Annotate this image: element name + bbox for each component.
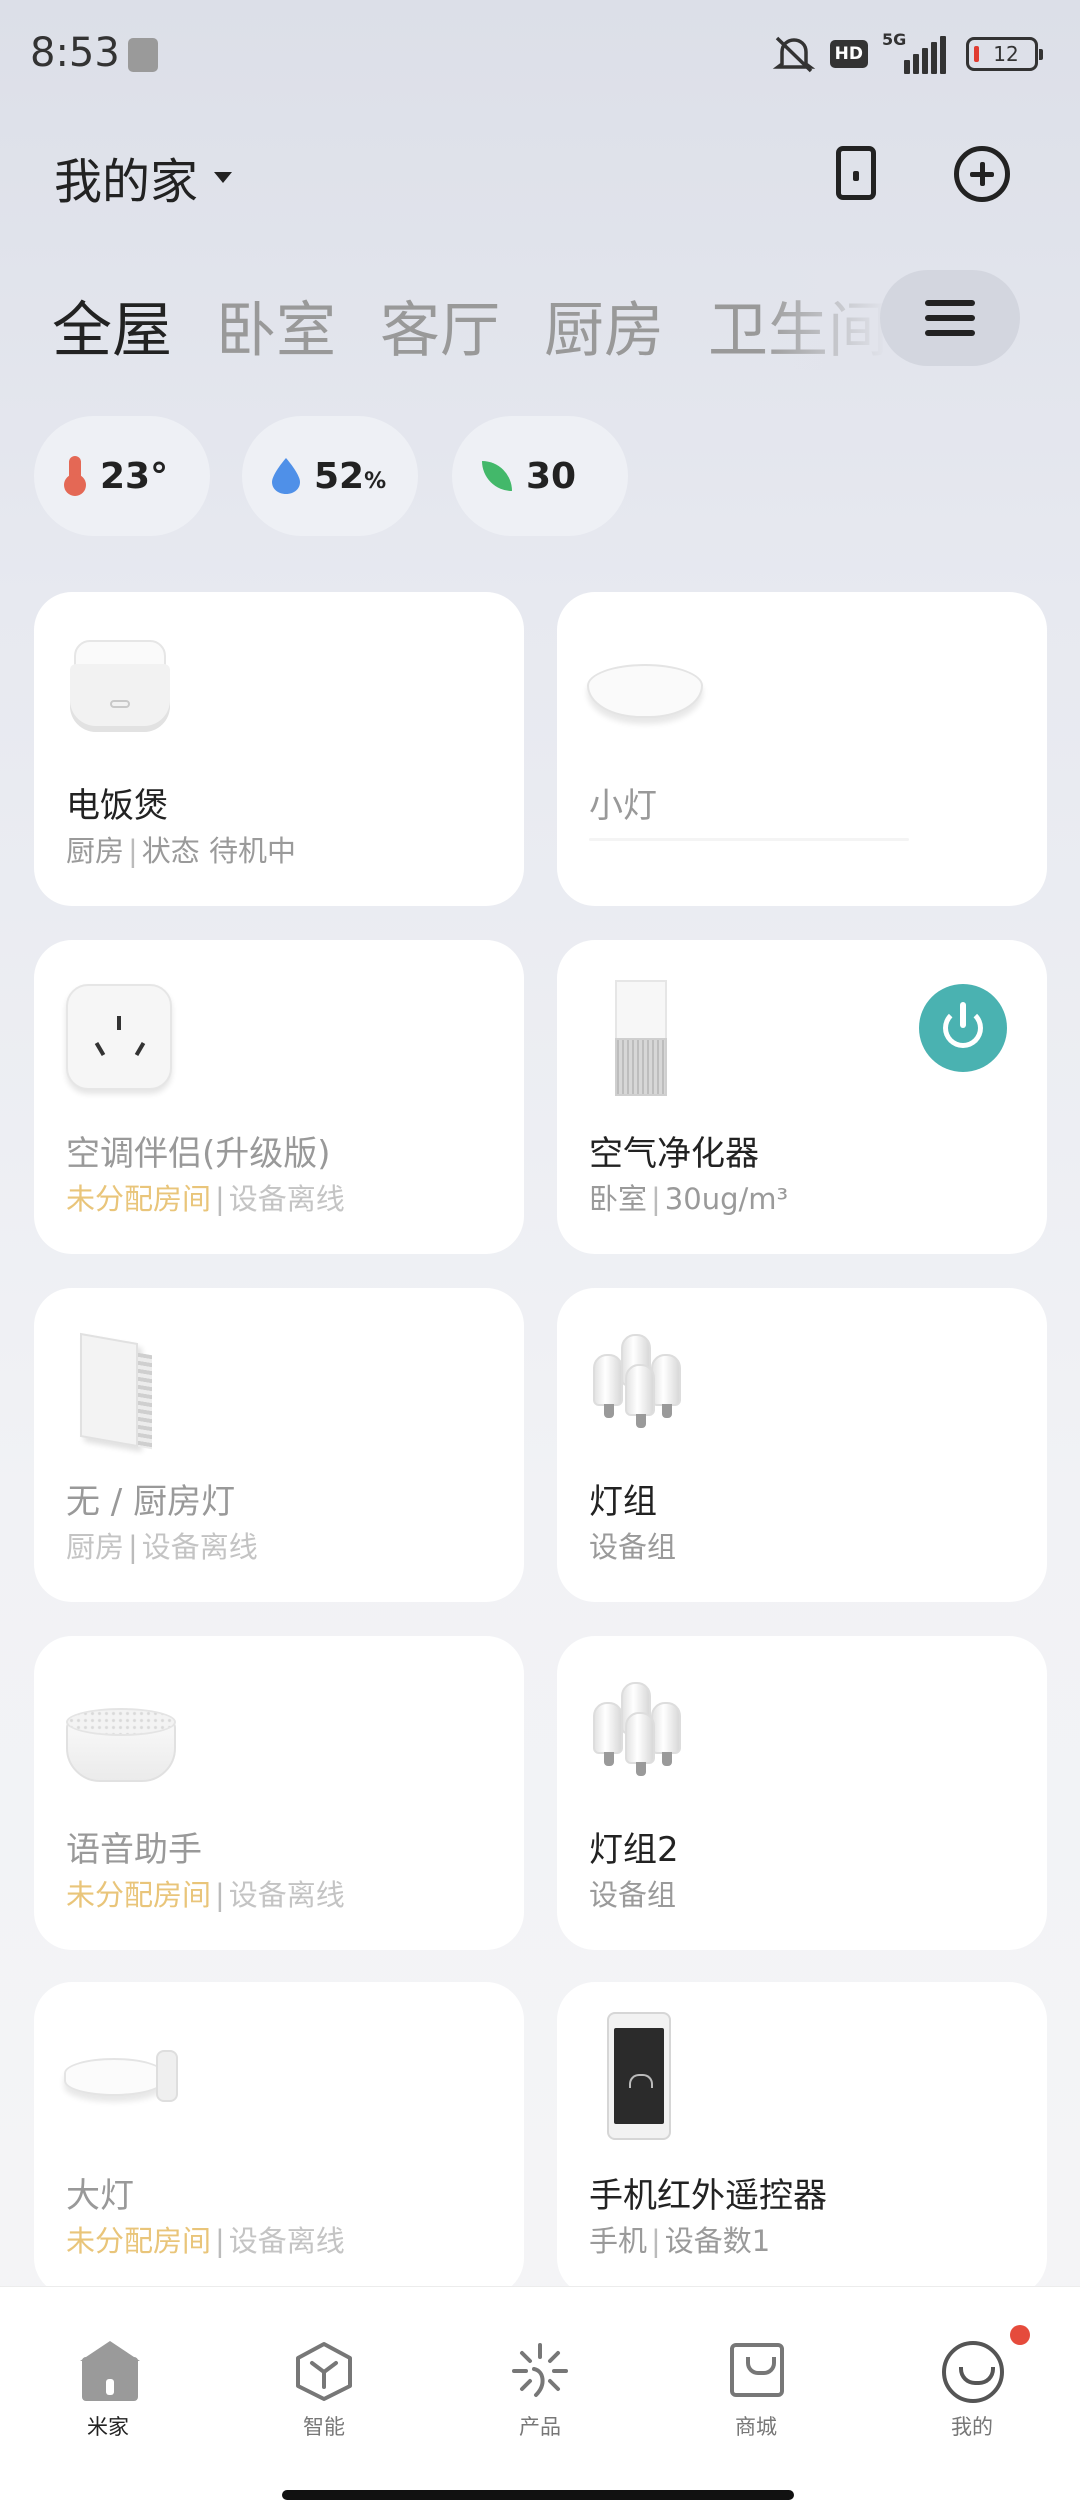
device-name: 手机红外遥控器	[589, 2176, 827, 2216]
humidity-chip[interactable]: 52%	[242, 416, 418, 536]
device-name: 大灯	[66, 2176, 134, 2216]
battery-icon: 12	[966, 37, 1043, 71]
air-quality-value: 30	[526, 455, 577, 497]
device-status: 未分配房间 | 设备离线	[66, 1878, 345, 1912]
temperature-value: 23°	[100, 455, 169, 497]
nav-label: 我的	[951, 2415, 993, 2439]
nav-store[interactable]: 商城	[696, 2341, 816, 2451]
device-card-big-light[interactable]: 大灯 未分配房间 | 设备离线	[34, 1982, 524, 2296]
humidity-value: 52%	[314, 456, 386, 497]
device-card-light-group-2[interactable]: 灯组2 设备组	[557, 1636, 1047, 1950]
device-card-air-purifier[interactable]: 空气净化器 卧室 | 30ug/m³	[557, 940, 1047, 1254]
device-name: 空气净化器	[589, 1134, 759, 1174]
humidity-number: 52	[314, 455, 365, 497]
device-name: 无 / 厨房灯	[66, 1482, 236, 1522]
battery-level: 12	[993, 42, 1019, 66]
smile-icon	[942, 2325, 1030, 2403]
water-drop-icon	[272, 458, 300, 494]
add-device-icon[interactable]	[954, 146, 1010, 202]
phone-remote-icon	[607, 2012, 671, 2140]
device-name: 语音助手	[66, 1830, 202, 1870]
device-card-voice-assistant[interactable]: 语音助手 未分配房间 | 设备离线	[34, 1636, 524, 1950]
nav-smart[interactable]: 智能	[264, 2341, 384, 2451]
room-menu-button[interactable]	[880, 270, 1020, 366]
nav-products[interactable]: 产品	[480, 2341, 600, 2451]
bulb-group-icon	[591, 1682, 691, 1794]
cube-icon	[294, 2341, 354, 2401]
shopping-bag-icon	[726, 2341, 786, 2401]
bulb-group-icon	[591, 1334, 691, 1446]
nav-label: 米家	[87, 2415, 129, 2439]
status-placeholder	[589, 838, 909, 841]
air-quality-chip[interactable]: 30	[452, 416, 628, 536]
nav-profile[interactable]: 我的	[912, 2325, 1032, 2451]
tab-all-rooms[interactable]: 全屋	[52, 282, 172, 369]
humidity-unit: %	[364, 468, 387, 494]
smart-speaker-icon	[66, 1708, 176, 1784]
device-card-kitchen-light[interactable]: 无 / 厨房灯 厨房 | 设备离线	[34, 1288, 524, 1602]
mute-bell-icon	[772, 34, 816, 74]
ac-plug-icon	[66, 984, 172, 1090]
nav-label: 智能	[303, 2415, 345, 2439]
lamp-icon	[64, 2050, 182, 2106]
network-label: 5G	[882, 30, 907, 49]
device-name: 灯组2	[589, 1830, 679, 1870]
status-time: 8:53	[30, 30, 120, 76]
temperature-chip[interactable]: 23°	[34, 416, 210, 536]
device-status: 厨房 | 状态 待机中	[66, 834, 297, 868]
device-name: 灯组	[589, 1482, 657, 1522]
home-title: 我的家	[54, 154, 199, 210]
signal-5g-icon: 5G	[882, 30, 952, 74]
device-panel-icon[interactable]	[836, 146, 876, 200]
power-button[interactable]	[919, 984, 1007, 1072]
device-card-phone-ir-remote[interactable]: 手机红外遥控器 手机 | 设备数1	[557, 1982, 1047, 2296]
device-status: 厨房 | 设备离线	[66, 1530, 258, 1564]
wall-switch-icon	[80, 1332, 166, 1450]
notification-badge	[1010, 2325, 1030, 2345]
nav-label: 产品	[519, 2415, 561, 2439]
device-card-light-group[interactable]: 灯组 设备组	[557, 1288, 1047, 1602]
air-purifier-icon	[615, 980, 667, 1096]
caret-down-icon	[214, 171, 233, 183]
status-bar: 8:53 HD 5G 12	[0, 0, 1080, 110]
sparkle-icon	[510, 2341, 570, 2401]
nav-label: 商城	[735, 2415, 777, 2439]
device-status: 卧室 | 30ug/m³	[589, 1182, 789, 1216]
hd-icon: HD	[829, 40, 868, 68]
device-status: 未分配房间 | 设备离线	[66, 2224, 345, 2258]
notification-icon	[128, 38, 158, 72]
device-card-ac-companion[interactable]: 空调伴侣(升级版) 未分配房间 | 设备离线	[34, 940, 524, 1254]
device-card-small-light[interactable]: 小灯	[557, 592, 1047, 906]
device-card-rice-cooker[interactable]: 电饭煲 厨房 | 状态 待机中	[34, 592, 524, 906]
device-name: 电饭煲	[66, 786, 168, 826]
tab-living-room[interactable]: 客厅	[380, 282, 500, 369]
status-icons: HD 5G 12	[772, 30, 1043, 74]
thermometer-icon	[64, 456, 86, 496]
tab-kitchen[interactable]: 厨房	[544, 282, 664, 369]
tab-bedroom[interactable]: 卧室	[216, 282, 336, 369]
device-status: 手机 | 设备数1	[589, 2224, 771, 2258]
nav-mijia[interactable]: 米家	[48, 2341, 168, 2451]
device-status: 未分配房间 | 设备离线	[66, 1182, 345, 1216]
device-status: 设备组	[589, 1530, 677, 1564]
ceiling-light-icon	[587, 656, 703, 726]
device-name: 小灯	[589, 786, 657, 826]
tabs-fade	[760, 270, 900, 370]
home-indicator[interactable]	[282, 2490, 794, 2500]
home-selector[interactable]: 我的家	[54, 142, 233, 212]
home-icon	[78, 2341, 140, 2401]
device-name: 空调伴侣(升级版)	[66, 1134, 331, 1174]
device-status: 设备组	[589, 1878, 677, 1912]
leaf-icon	[482, 461, 512, 491]
bottom-nav: 米家 智能 产品 商城 我的	[0, 2286, 1080, 2520]
rice-cooker-icon	[70, 640, 170, 732]
